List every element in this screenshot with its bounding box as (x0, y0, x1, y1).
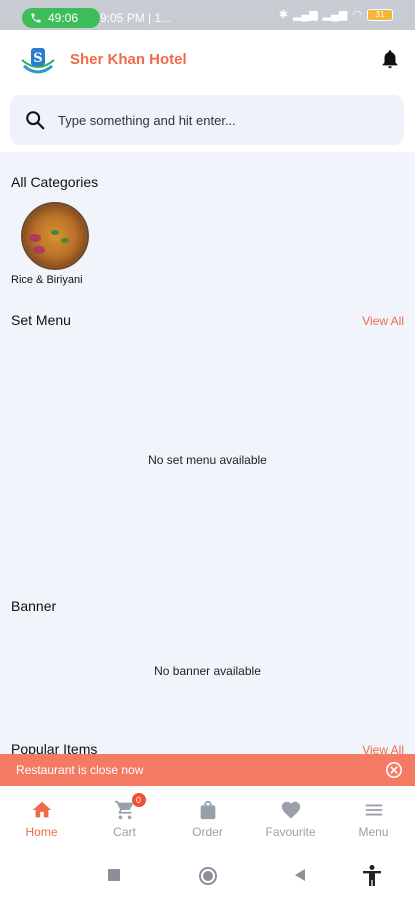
nav-label-favourite: Favourite (265, 825, 316, 839)
close-icon[interactable] (385, 761, 403, 779)
nav-label-menu: Menu (358, 825, 389, 839)
search-input[interactable] (58, 105, 388, 135)
notice-text: Restaurant is close now (16, 763, 144, 777)
status-time: 9:05 PM | 1... (100, 11, 172, 25)
category-label: Rice & Biriyani (11, 274, 83, 286)
battery-icon: 31 (367, 9, 393, 21)
signal-icon: ▂▄▆ (292, 9, 318, 21)
banner-title: Banner (11, 598, 57, 614)
home-icon (32, 801, 51, 818)
restaurant-closed-notice: Restaurant is close now (0, 754, 415, 786)
all-categories-title: All Categories (11, 174, 99, 190)
bluetooth-icon: ✱ (278, 9, 288, 21)
nav-order[interactable]: Order (166, 786, 249, 850)
app-header: S Sher Khan Hotel (0, 30, 415, 90)
bell-icon[interactable] (379, 47, 401, 71)
back-button[interactable] (292, 866, 308, 884)
set-menu-title: Set Menu (11, 312, 71, 328)
ongoing-call-pill[interactable]: 49:06 (22, 8, 100, 28)
recent-apps-button[interactable] (106, 866, 122, 884)
search-icon[interactable] (24, 109, 46, 131)
nav-cart[interactable]: 0 Cart (83, 786, 166, 850)
home-content: All Categories Rice & Biriyani Set Menu … (0, 152, 415, 785)
nav-favourite[interactable]: Favourite (249, 786, 332, 850)
heart-icon (281, 801, 300, 819)
signal-icon-2: ▂▄▆ (322, 9, 348, 21)
app-title: Sher Khan Hotel (70, 51, 187, 68)
status-bar: 49:06 9:05 PM | 1... ✱ ▂▄▆ ▂▄▆ ◠ 31 (0, 0, 415, 30)
bag-icon (200, 800, 215, 820)
nav-home[interactable]: Home (0, 786, 83, 850)
nav-label-cart: Cart (113, 825, 136, 839)
cart-badge: 0 (131, 793, 146, 807)
phone-icon (31, 13, 41, 23)
nav-label-home: Home (25, 825, 58, 839)
hotel-logo: S (21, 48, 55, 74)
bottom-navigation: Home 0 Cart Order Favourite Menu (0, 786, 415, 850)
nav-menu[interactable]: Menu (332, 786, 415, 850)
wifi-icon: ◠ (352, 9, 362, 21)
nav-label-order: Order (192, 825, 223, 839)
call-timer: 49:06 (48, 11, 79, 25)
logo-letter: S (33, 51, 42, 66)
home-button[interactable] (197, 866, 219, 886)
category-item-rice-biriyani[interactable]: Rice & Biriyani (11, 202, 101, 286)
system-navigation (0, 850, 415, 900)
menu-icon (365, 804, 382, 816)
set-menu-view-all-link[interactable]: View All (362, 314, 404, 328)
biriyani-image (21, 202, 89, 270)
search-bar (10, 95, 404, 145)
banner-empty-message: No banner available (154, 664, 261, 678)
status-icons: ✱ ▂▄▆ ▂▄▆ ◠ 31 (279, 9, 393, 21)
set-menu-empty-message: No set menu available (148, 453, 267, 467)
accessibility-icon[interactable] (361, 864, 383, 888)
